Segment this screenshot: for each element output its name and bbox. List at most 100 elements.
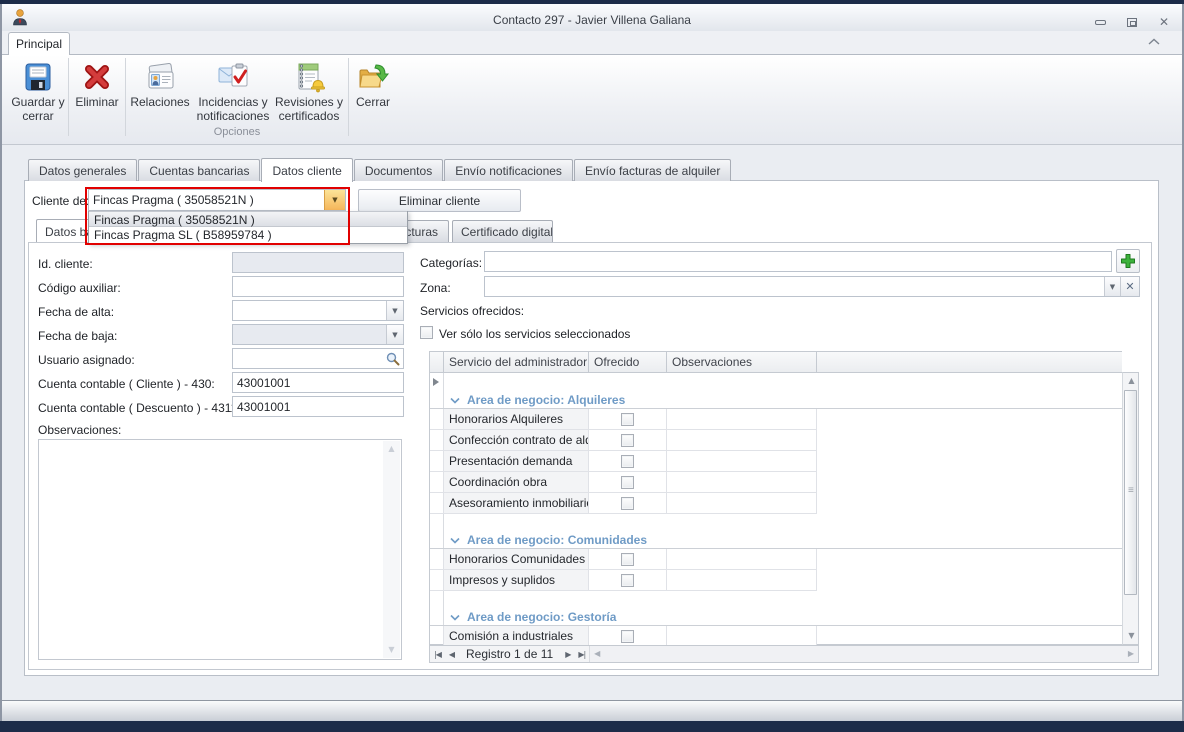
- service-offered-cell[interactable]: [589, 409, 667, 430]
- zona-field[interactable]: ▼ ✕: [484, 276, 1140, 297]
- id-cliente-field[interactable]: [232, 252, 404, 273]
- tab-documentos[interactable]: Documentos: [354, 159, 443, 181]
- date-dropdown-button[interactable]: ▼: [386, 301, 403, 320]
- ribbon-collapse-button[interactable]: [1146, 36, 1164, 50]
- service-offered-checkbox[interactable]: [621, 497, 634, 510]
- dropdown-option[interactable]: Fincas Pragma SL ( B58959784 ): [89, 227, 407, 243]
- observaciones-textarea[interactable]: ▲ ▼: [38, 439, 402, 660]
- table-row[interactable]: Comisión a industriales: [430, 626, 1122, 645]
- combo-dropdown-button[interactable]: ▼: [324, 190, 345, 210]
- cliente-de-combo[interactable]: Fincas Pragma ( 35058521N ) ▼: [88, 189, 346, 211]
- service-name-cell[interactable]: Honorarios Alquileres: [444, 409, 589, 430]
- scroll-down-icon[interactable]: ▼: [1123, 628, 1140, 644]
- textarea-scrollbar[interactable]: ▲ ▼: [383, 441, 400, 658]
- zona-dropdown-button[interactable]: ▼: [1104, 277, 1120, 296]
- service-offered-cell[interactable]: [589, 430, 667, 451]
- service-name-cell[interactable]: Presentación demanda: [444, 451, 589, 472]
- ver-solo-checkbox[interactable]: [420, 326, 433, 339]
- dropdown-option[interactable]: Fincas Pragma ( 35058521N ): [89, 211, 407, 227]
- chevron-down-icon[interactable]: [450, 537, 460, 544]
- cerrar-button[interactable]: Cerrar: [350, 58, 396, 138]
- service-offered-cell[interactable]: [589, 451, 667, 472]
- service-name-cell[interactable]: Coordinación obra: [444, 472, 589, 493]
- table-row[interactable]: Honorarios Comunidades: [430, 549, 1122, 570]
- service-observations-cell[interactable]: [667, 472, 817, 493]
- tab-envio-facturas[interactable]: Envío facturas de alquiler: [574, 159, 731, 181]
- fecha-alta-field[interactable]: ▼: [232, 300, 404, 321]
- table-horizontal-scrollbar[interactable]: ◀ ▶: [589, 646, 1138, 662]
- service-offered-checkbox[interactable]: [621, 630, 634, 643]
- service-offered-checkbox[interactable]: [621, 553, 634, 566]
- service-offered-checkbox[interactable]: [621, 476, 634, 489]
- eliminar-cliente-button[interactable]: Eliminar cliente: [358, 189, 521, 212]
- restore-button[interactable]: [1121, 15, 1143, 29]
- close-button[interactable]: ✕: [1153, 15, 1175, 29]
- table-row[interactable]: Coordinación obra: [430, 472, 1122, 493]
- service-observations-cell[interactable]: [667, 493, 817, 514]
- table-vertical-scrollbar[interactable]: ▲ ▼: [1122, 372, 1139, 645]
- column-header-observaciones[interactable]: Observaciones: [667, 352, 817, 372]
- delete-button[interactable]: Eliminar: [70, 58, 124, 138]
- table-row[interactable]: Asesoramiento inmobiliario: [430, 493, 1122, 514]
- table-row[interactable]: Confección contrato de alqui...: [430, 430, 1122, 451]
- scroll-right-icon[interactable]: ▶: [1124, 646, 1138, 662]
- minimize-button[interactable]: [1089, 15, 1111, 29]
- service-offered-checkbox[interactable]: [621, 434, 634, 447]
- service-offered-checkbox[interactable]: [621, 413, 634, 426]
- service-offered-cell[interactable]: [589, 570, 667, 591]
- chevron-down-icon[interactable]: [450, 614, 460, 621]
- service-observations-cell[interactable]: [667, 451, 817, 472]
- search-icon[interactable]: [386, 352, 400, 366]
- column-header-ofrecido[interactable]: Ofrecido: [589, 352, 667, 372]
- service-offered-checkbox[interactable]: [621, 574, 634, 587]
- scrollbar-thumb[interactable]: [1124, 390, 1137, 595]
- tab-cuentas-bancarias[interactable]: Cuentas bancarias: [138, 159, 260, 181]
- scroll-left-icon[interactable]: ◀: [590, 646, 604, 662]
- service-name-cell[interactable]: Comisión a industriales: [444, 626, 589, 645]
- chevron-down-icon[interactable]: [450, 397, 460, 404]
- service-offered-cell[interactable]: [589, 493, 667, 514]
- cuenta-descuento-field[interactable]: 43001001: [232, 396, 404, 417]
- ribbon-tab-principal[interactable]: Principal: [8, 32, 70, 55]
- tab-envio-notificaciones[interactable]: Envío notificaciones: [444, 159, 573, 181]
- service-group-row[interactable]: Area de negocio: Gestoría: [430, 608, 1122, 626]
- service-observations-cell[interactable]: [667, 409, 817, 430]
- gutter-cell: [430, 608, 444, 625]
- service-offered-checkbox[interactable]: [621, 455, 634, 468]
- subtab-certificado-digital[interactable]: Certificado digital: [452, 220, 553, 242]
- service-offered-cell[interactable]: [589, 626, 667, 645]
- service-group-row[interactable]: Area de negocio: Alquileres: [430, 391, 1122, 409]
- add-categoria-button[interactable]: [1116, 249, 1140, 273]
- save-and-close-button[interactable]: Guardar y cerrar: [10, 58, 66, 138]
- service-name-cell[interactable]: Honorarios Comunidades: [444, 549, 589, 570]
- service-observations-cell[interactable]: [667, 430, 817, 451]
- tab-datos-cliente[interactable]: Datos cliente: [261, 158, 352, 182]
- first-record-button[interactable]: |◀: [430, 650, 445, 659]
- cuenta-cliente-field[interactable]: 43001001: [232, 372, 404, 393]
- codigo-auxiliar-field[interactable]: [232, 276, 404, 297]
- fecha-baja-field[interactable]: ▼: [232, 324, 404, 345]
- table-row[interactable]: Presentación demanda: [430, 451, 1122, 472]
- usuario-asignado-field[interactable]: [232, 348, 404, 369]
- service-observations-cell[interactable]: [667, 626, 817, 645]
- service-name-cell[interactable]: Confección contrato de alqui...: [444, 430, 589, 451]
- table-row[interactable]: Impresos y suplidos: [430, 570, 1122, 591]
- service-name-cell[interactable]: Asesoramiento inmobiliario: [444, 493, 589, 514]
- service-offered-cell[interactable]: [589, 549, 667, 570]
- scroll-up-icon[interactable]: ▲: [1123, 373, 1140, 389]
- column-header-servicio[interactable]: Servicio del administrador: [444, 352, 589, 372]
- service-group-row[interactable]: Area de negocio: Comunidades: [430, 531, 1122, 549]
- service-observations-cell[interactable]: [667, 570, 817, 591]
- service-observations-cell[interactable]: [667, 549, 817, 570]
- tab-datos-generales[interactable]: Datos generales: [28, 159, 137, 181]
- zona-clear-button[interactable]: ✕: [1120, 277, 1139, 296]
- column-header-filler: [817, 352, 1122, 372]
- last-record-button[interactable]: ▶|: [574, 650, 589, 659]
- service-offered-cell[interactable]: [589, 472, 667, 493]
- date-dropdown-button[interactable]: ▼: [386, 325, 403, 344]
- service-name-cell[interactable]: Impresos y suplidos: [444, 570, 589, 591]
- table-row[interactable]: Honorarios Alquileres: [430, 409, 1122, 430]
- categorias-field[interactable]: [484, 251, 1112, 272]
- prev-record-button[interactable]: ◀: [445, 650, 458, 659]
- next-record-button[interactable]: ▶: [561, 650, 574, 659]
